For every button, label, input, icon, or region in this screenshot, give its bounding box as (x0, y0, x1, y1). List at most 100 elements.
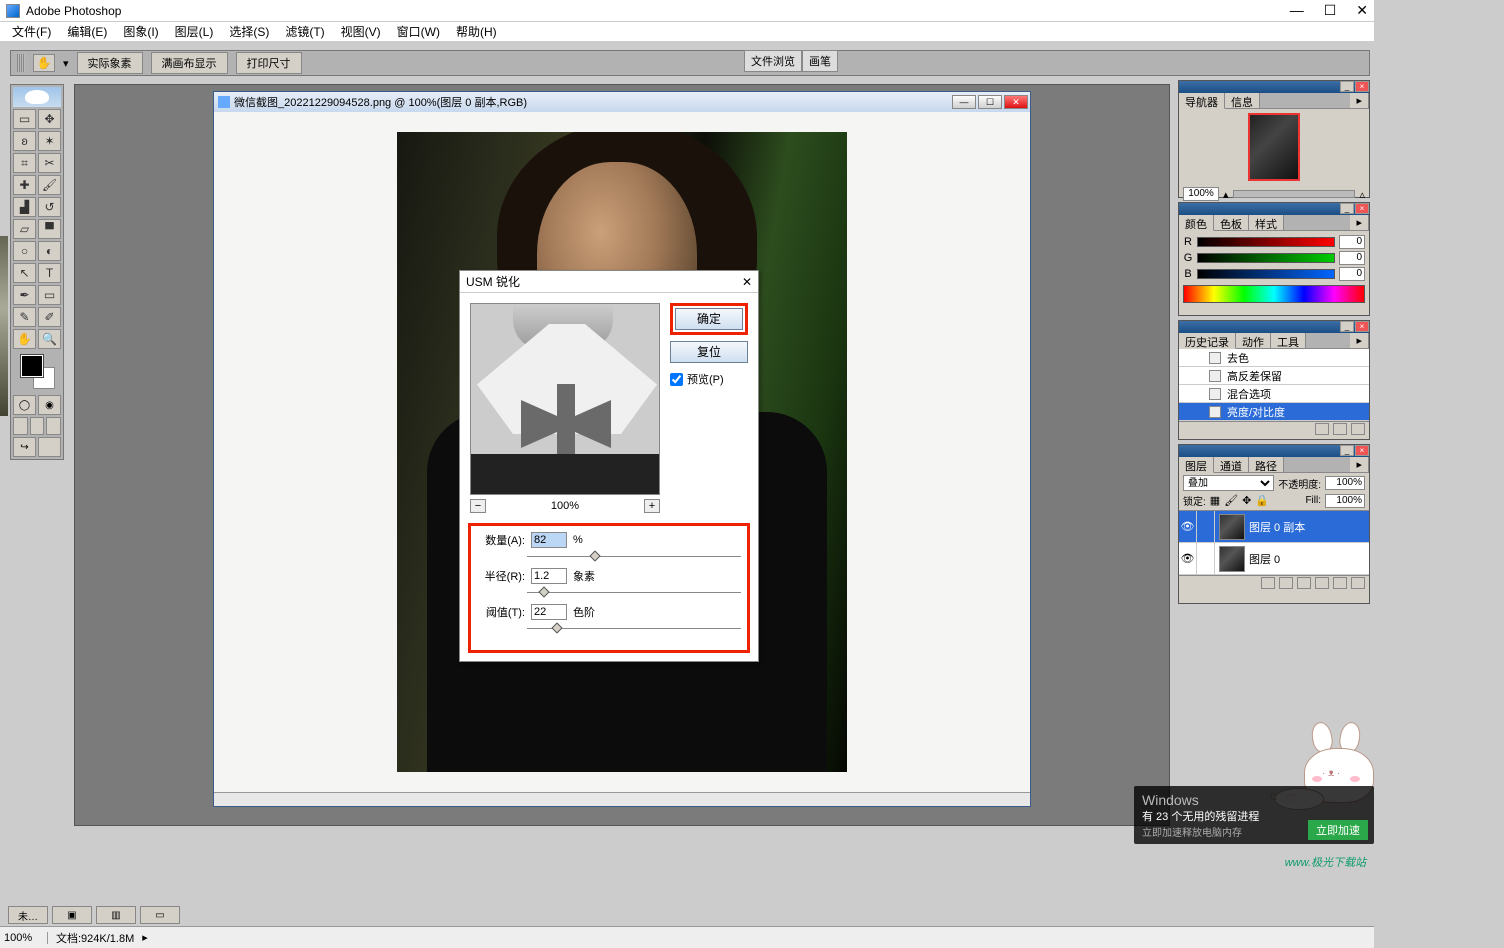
quickmask-on-icon[interactable]: ◉ (38, 395, 61, 415)
layer-row[interactable]: 👁 图层 0 (1179, 543, 1369, 575)
notes-tool-icon[interactable]: ✎ (13, 307, 36, 327)
panel-close-icon[interactable]: × (1355, 81, 1369, 92)
new-snapshot-icon[interactable] (1315, 423, 1329, 435)
hand-tool-icon[interactable]: ✋ (13, 329, 36, 349)
wand-tool-icon[interactable]: ✶ (38, 131, 61, 151)
panel-menu-icon[interactable]: ▸ (1350, 333, 1369, 348)
stamp-tool-icon[interactable]: ▟ (13, 197, 36, 217)
navigator-preview[interactable] (1248, 113, 1300, 181)
brush-tab[interactable]: 画笔 (802, 50, 838, 72)
panel-close-icon[interactable]: × (1355, 445, 1369, 456)
dodge-tool-icon[interactable]: ◐ (38, 241, 61, 261)
b-value[interactable]: 0 (1339, 267, 1365, 281)
menu-select[interactable]: 选择(S) (229, 23, 269, 40)
lasso-tool-icon[interactable]: ʚ (13, 131, 36, 151)
zoom-in-icon[interactable]: + (644, 499, 660, 513)
tools-tab[interactable]: 工具 (1271, 333, 1306, 348)
visibility-icon[interactable]: 👁 (1179, 511, 1197, 542)
panel-close-icon[interactable]: × (1355, 321, 1369, 332)
fill-input[interactable]: 100% (1325, 494, 1365, 508)
reset-button[interactable]: 复位 (670, 341, 748, 363)
nav-zoom-in-icon[interactable]: ▵ (1359, 188, 1365, 201)
nav-zoom-slider[interactable] (1233, 190, 1356, 198)
panel-min-icon[interactable]: _ (1340, 445, 1354, 456)
history-item[interactable]: 去色 (1179, 349, 1369, 367)
threshold-input[interactable] (531, 604, 567, 620)
channels-tab[interactable]: 通道 (1214, 457, 1249, 472)
history-tab[interactable]: 历史记录 (1179, 333, 1236, 349)
slice-tool-icon[interactable]: ✂ (38, 153, 61, 173)
fx-icon[interactable] (1261, 577, 1275, 589)
screenmode-3-icon[interactable] (46, 417, 61, 435)
layers-tab[interactable]: 图层 (1179, 457, 1214, 473)
task-arrange-icon[interactable]: ▭ (140, 906, 180, 924)
eraser-tool-icon[interactable]: ▱ (13, 219, 36, 239)
r-value[interactable]: 0 (1339, 235, 1365, 249)
gradient-tool-icon[interactable]: ▀ (38, 219, 61, 239)
screenmode-2-icon[interactable] (30, 417, 45, 435)
actions-tab[interactable]: 动作 (1236, 333, 1271, 348)
print-size-button[interactable]: 打印尺寸 (236, 52, 302, 74)
g-slider[interactable] (1197, 253, 1335, 263)
blur-tool-icon[interactable]: ○ (13, 241, 36, 261)
opacity-input[interactable]: 100% (1325, 476, 1365, 490)
folder-icon[interactable] (1297, 577, 1311, 589)
menu-filter[interactable]: 滤镜(T) (285, 23, 324, 40)
mask-icon[interactable] (1279, 577, 1293, 589)
amount-slider[interactable] (590, 550, 601, 561)
menu-help[interactable]: 帮助(H) (456, 23, 497, 40)
history-brush-icon[interactable]: ↺ (38, 197, 61, 217)
document-scrollbar[interactable] (214, 792, 1030, 806)
panel-close-icon[interactable]: × (1355, 203, 1369, 214)
doc-minimize-icon[interactable]: — (952, 95, 976, 109)
color-tab[interactable]: 颜色 (1179, 215, 1214, 231)
crop-tool-icon[interactable]: ⌗ (13, 153, 36, 173)
preview-checkbox[interactable]: 预览(P) (670, 371, 748, 387)
close-icon[interactable]: ✕ (1356, 2, 1368, 19)
task-doc-button[interactable]: 未… (8, 906, 48, 924)
new-doc-icon[interactable] (1333, 423, 1347, 435)
screenmode-1-icon[interactable] (13, 417, 28, 435)
pen-tool-icon[interactable]: ✒ (13, 285, 36, 305)
task-cascade-icon[interactable]: ▣ (52, 906, 92, 924)
lock-move-icon[interactable]: ✥ (1242, 494, 1251, 507)
minimize-icon[interactable]: — (1290, 2, 1304, 19)
zoom-tool-icon[interactable]: 🔍 (38, 329, 61, 349)
lock-paint-icon[interactable]: 🖌 (1224, 494, 1238, 507)
panel-menu-icon[interactable]: ▸ (1350, 215, 1369, 230)
r-slider[interactable] (1197, 237, 1335, 247)
dialog-close-icon[interactable]: ✕ (742, 275, 752, 289)
g-value[interactable]: 0 (1339, 251, 1365, 265)
path-tool-icon[interactable]: ↖ (13, 263, 36, 283)
trash-icon[interactable] (1351, 577, 1365, 589)
move-tool-icon[interactable]: ✥ (38, 109, 61, 129)
paths-tab[interactable]: 路径 (1249, 457, 1284, 472)
lock-all-icon[interactable]: 🔒 (1255, 494, 1269, 507)
zoom-out-icon[interactable]: − (470, 499, 486, 513)
brush-tool-icon[interactable]: 🖌 (38, 175, 61, 195)
panel-menu-icon[interactable]: ▸ (1350, 93, 1369, 108)
hand-tool-icon[interactable]: ✋ (33, 54, 55, 72)
styles-tab[interactable]: 样式 (1249, 215, 1284, 230)
adjustment-icon[interactable] (1315, 577, 1329, 589)
color-swatches[interactable] (13, 353, 61, 393)
nav-zoom-value[interactable]: 100% (1183, 187, 1219, 201)
actual-pixels-button[interactable]: 实际象素 (77, 52, 143, 74)
panel-min-icon[interactable]: _ (1340, 203, 1354, 214)
amount-input[interactable] (531, 532, 567, 548)
menu-file[interactable]: 文件(F) (12, 23, 51, 40)
file-browser-tab[interactable]: 文件浏览 (744, 50, 802, 72)
status-zoom[interactable]: 100% (4, 932, 48, 944)
panel-min-icon[interactable]: _ (1340, 321, 1354, 332)
threshold-slider[interactable] (551, 622, 562, 633)
history-item[interactable]: 高反差保留 (1179, 367, 1369, 385)
menu-window[interactable]: 窗口(W) (397, 23, 440, 40)
menu-image[interactable]: 图象(I) (123, 23, 158, 40)
menu-edit[interactable]: 编辑(E) (67, 23, 107, 40)
nav-zoom-out-icon[interactable]: ▴ (1223, 188, 1229, 201)
type-tool-icon[interactable]: T (38, 263, 61, 283)
history-item[interactable]: 混合选项 (1179, 385, 1369, 403)
doc-maximize-icon[interactable]: ☐ (978, 95, 1002, 109)
fit-screen-button[interactable]: 满画布显示 (151, 52, 228, 74)
b-slider[interactable] (1197, 269, 1335, 279)
